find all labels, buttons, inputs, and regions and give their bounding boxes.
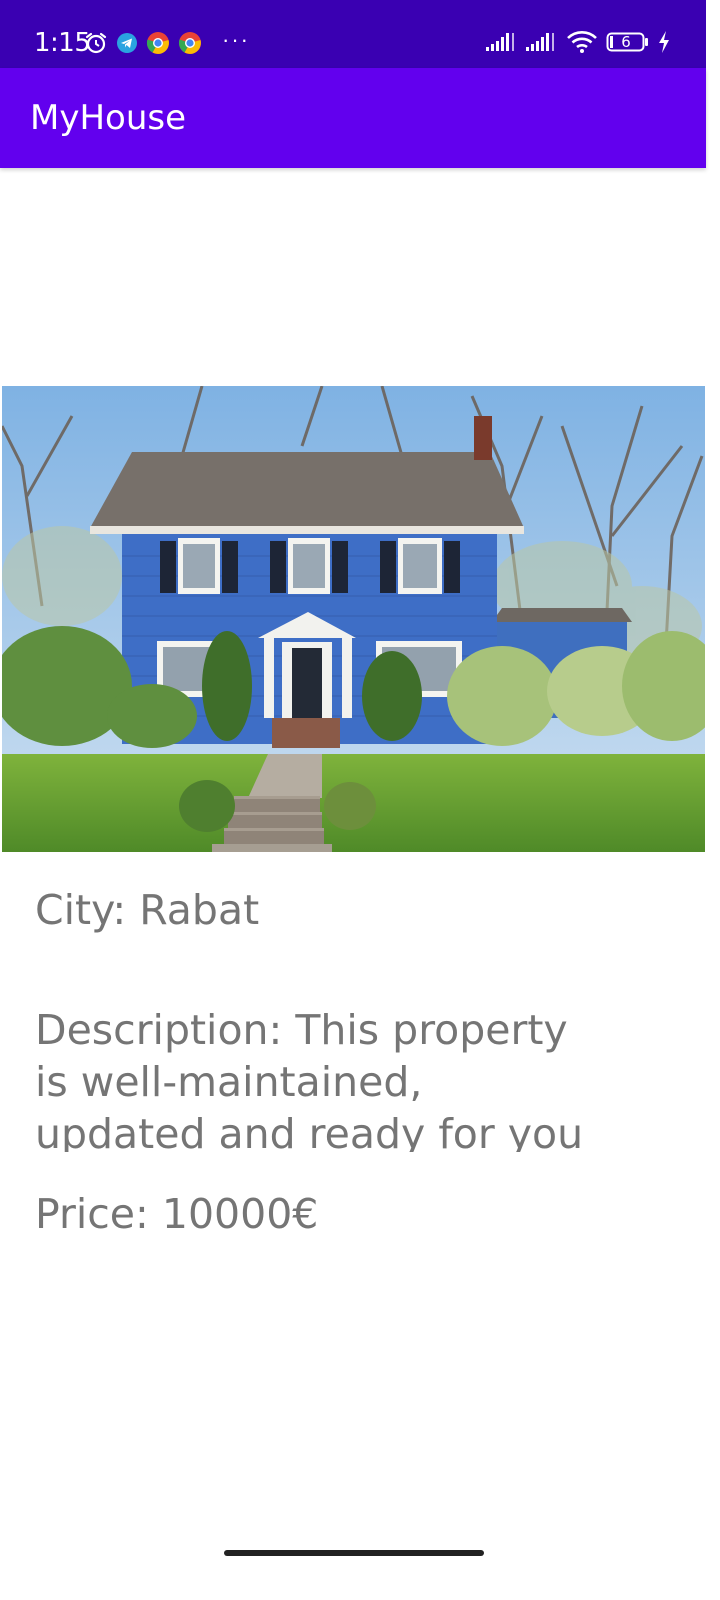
battery-level: 6 bbox=[621, 32, 631, 51]
wifi-icon bbox=[566, 30, 598, 59]
app-bar: MyHouse bbox=[0, 68, 706, 168]
home-indicator[interactable] bbox=[224, 1550, 484, 1556]
notification-icons: ··· bbox=[84, 27, 250, 56]
chrome-icon bbox=[146, 31, 170, 55]
system-icons: 6 bbox=[486, 30, 670, 58]
signal-icon bbox=[526, 32, 558, 57]
app-title: MyHouse bbox=[30, 98, 187, 138]
price-text: Price: 10000€ bbox=[35, 1190, 319, 1238]
alarm-icon bbox=[84, 31, 108, 55]
status-time: 1:15 bbox=[34, 28, 91, 58]
chrome-icon bbox=[178, 31, 202, 55]
description-text: Description: This property is well-maint… bbox=[35, 1006, 584, 1152]
telegram-icon bbox=[116, 32, 138, 54]
more-notifications-icon: ··· bbox=[222, 27, 250, 52]
city-text: City: Rabat bbox=[35, 886, 260, 934]
status-bar: 1:15 ··· 6 bbox=[0, 0, 706, 68]
house-photo bbox=[2, 386, 705, 852]
signal-icon bbox=[486, 32, 518, 57]
battery-icon: 6 bbox=[606, 31, 650, 58]
charging-icon bbox=[658, 30, 670, 58]
